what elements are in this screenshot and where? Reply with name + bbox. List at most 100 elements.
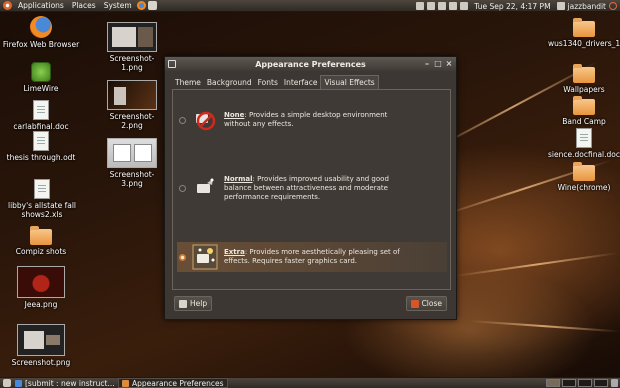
firefox-icon	[30, 16, 52, 38]
tab-visual-effects[interactable]: Visual Effects	[320, 75, 379, 89]
workspace-3[interactable]	[578, 379, 592, 387]
desktop-icon-wallpapers[interactable]: Wallpapers	[548, 64, 620, 94]
volume-icon[interactable]	[460, 2, 469, 10]
close-icon	[410, 299, 419, 308]
desktop-icon-screenshot-1[interactable]: Screenshot-1.png	[100, 22, 164, 72]
desktop-icon-screenshot-3[interactable]: Screenshot-3.png	[100, 138, 164, 188]
menu-places[interactable]: Places	[68, 1, 100, 10]
tab-theme[interactable]: Theme	[172, 76, 204, 89]
folder-icon	[573, 64, 595, 83]
image-icon	[107, 138, 157, 168]
battery-icon[interactable]	[449, 2, 458, 10]
tab-bar: Theme Background Fonts Interface Visual …	[172, 75, 379, 89]
desktop-icon-compiz-shots[interactable]: Compiz shots	[2, 226, 80, 256]
document-icon	[576, 128, 592, 148]
tab-fonts[interactable]: Fonts	[255, 76, 281, 89]
taskbar-item-label: [submit : new instruct...	[25, 378, 115, 388]
document-icon	[33, 100, 49, 120]
effects-option-none[interactable]: None: Provides a simple desktop environm…	[177, 100, 447, 140]
desktop-icon-screenshot-2[interactable]: Screenshot-2.png	[100, 80, 164, 130]
help-launcher-icon[interactable]	[147, 1, 157, 10]
desktop-icon-screenshot[interactable]: Screenshot.png	[6, 324, 76, 367]
desktop-icon-label: Screenshot.png	[11, 358, 71, 367]
desktop-icon-label: Screenshot-1.png	[109, 54, 155, 72]
folder-icon	[573, 18, 595, 37]
username[interactable]: jazzbandit	[568, 2, 606, 11]
desktop-icon-wus1340-drivers[interactable]: wus1340_drivers_1040	[548, 18, 620, 48]
tab-interface[interactable]: Interface	[281, 76, 321, 89]
workspace-switcher[interactable]	[546, 379, 608, 387]
clock[interactable]: Tue Sep 22, 4:17 PM	[474, 2, 550, 11]
radio-none[interactable]	[179, 116, 186, 124]
bottom-panel: [submit : new instruct... Appearance Pre…	[0, 377, 620, 388]
desktop-icon-limewire[interactable]: LimeWire	[2, 62, 80, 93]
effects-option-normal[interactable]: Normal: Provides improved usability and …	[177, 168, 447, 208]
tab-background[interactable]: Background	[204, 76, 255, 89]
radio-extra[interactable]	[179, 253, 186, 261]
help-icon	[179, 299, 187, 308]
ubuntu-logo-icon[interactable]	[3, 1, 12, 10]
minimize-icon[interactable]: –	[423, 60, 431, 68]
window-buttons: – □ ×	[423, 60, 453, 68]
extra-effects-icon	[192, 244, 218, 270]
desktop-icon-wine-chrome[interactable]: Wine(chrome)	[548, 162, 620, 192]
system-tray: Tue Sep 22, 4:17 PM jazzbandit	[416, 0, 620, 12]
desktop-icon-label: Compiz shots	[15, 247, 67, 256]
desktop-icon-allstate-xls[interactable]: libby's allstate fall shows2.xls	[6, 179, 78, 219]
document-icon	[33, 131, 49, 151]
wallpaper-streak	[454, 252, 619, 277]
desktop-icon-carlabfinal[interactable]: carlabfinal.doc	[2, 100, 80, 131]
menu-applications[interactable]: Applications	[14, 1, 68, 10]
desktop-icon-jeea[interactable]: Jeea.png	[6, 266, 76, 309]
effects-option-extra[interactable]: Extra: Provides more aesthetically pleas…	[177, 242, 447, 272]
dialog-title: Appearance Preferences	[255, 59, 366, 69]
user-icon	[556, 2, 565, 10]
firefox-launcher-icon[interactable]	[136, 1, 146, 10]
menu-system[interactable]: System	[100, 1, 136, 10]
image-icon	[17, 324, 65, 356]
workspace-1[interactable]	[546, 379, 560, 387]
desktop-icon-firefox[interactable]: Firefox Web Browser	[2, 16, 80, 49]
effects-option-normal-text: Normal: Provides improved usability and …	[224, 174, 389, 201]
folder-icon	[573, 162, 595, 181]
no-effects-icon	[192, 107, 218, 133]
show-desktop-icon[interactable]	[3, 379, 11, 387]
spreadsheet-icon	[34, 179, 50, 199]
printer-icon[interactable]	[427, 2, 436, 10]
limewire-icon	[31, 62, 51, 82]
desktop-icon-label: Wallpapers	[563, 85, 605, 94]
desktop-icon-label: thesis through.odt	[6, 153, 76, 162]
image-icon	[107, 80, 157, 110]
close-button-label: Close	[421, 299, 442, 308]
folder-icon	[30, 226, 52, 245]
workspace-4[interactable]	[594, 379, 608, 387]
network-icon[interactable]	[416, 2, 425, 10]
top-panel: Applications Places System Tue Sep 22, 4…	[0, 0, 620, 12]
power-icon[interactable]	[609, 2, 617, 10]
desktop-icon-label: Band Camp	[562, 117, 606, 126]
desktop-icon-label: LimeWire	[23, 84, 59, 93]
desktop-icon-label: wus1340_drivers_1040	[548, 39, 620, 48]
taskbar-item-submit[interactable]: [submit : new instruct...	[12, 378, 118, 388]
desktop-icon-sience-doc[interactable]: sience.docfinal.doc	[548, 128, 620, 159]
maximize-icon[interactable]: □	[434, 60, 442, 68]
close-icon[interactable]: ×	[445, 60, 453, 68]
desktop-icon-thesis[interactable]: thesis through.odt	[2, 131, 80, 162]
dialog-titlebar[interactable]: Appearance Preferences – □ ×	[165, 57, 456, 71]
image-icon	[17, 266, 65, 298]
desktop-icon-label: sience.docfinal.doc	[548, 150, 620, 159]
help-button[interactable]: Help	[174, 296, 213, 311]
desktop-icon-label: Screenshot-2.png	[109, 112, 155, 130]
taskbar-item-appearance[interactable]: Appearance Preferences	[118, 378, 228, 388]
desktop-icon-label: Screenshot-3.png	[109, 170, 155, 188]
window-menu-icon[interactable]	[168, 60, 176, 68]
trash-icon[interactable]	[611, 379, 618, 387]
radio-normal[interactable]	[179, 184, 186, 192]
image-icon	[107, 22, 157, 52]
workspace-2[interactable]	[562, 379, 576, 387]
mail-icon[interactable]	[438, 2, 447, 10]
close-button[interactable]: Close	[405, 296, 447, 311]
effects-option-extra-text: Extra: Provides more aesthetically pleas…	[224, 248, 400, 265]
normal-effects-icon	[192, 175, 218, 201]
desktop-icon-band-camp[interactable]: Band Camp	[548, 96, 620, 126]
